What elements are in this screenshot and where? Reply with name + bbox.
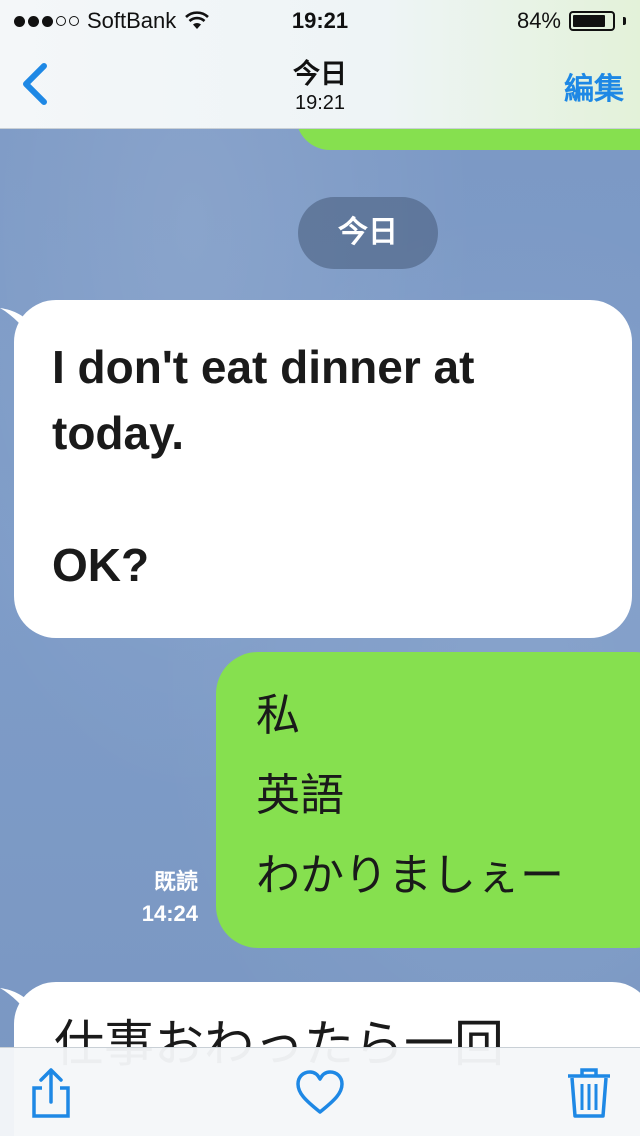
message-line: 私 <box>256 691 300 740</box>
share-icon[interactable] <box>24 1066 78 1120</box>
date-separator: 今日 <box>298 197 438 269</box>
message-time: 14:24 <box>141 901 198 926</box>
message-line: today. <box>52 407 185 459</box>
battery-percent: 84% <box>516 8 561 33</box>
read-label: 既読 <box>153 869 198 894</box>
top-bar: SoftBank 19:21 84% 今日 19:21 編集 <box>0 0 640 129</box>
bottom-toolbar <box>0 1047 640 1136</box>
screen: 今日 I don't eat dinner at today. OK? 既読 1… <box>0 0 640 1136</box>
message-bubble-incoming[interactable]: I don't eat dinner at today. OK? <box>14 300 632 638</box>
message-line: 英語 <box>256 771 344 820</box>
message-line: わかりましぇー <box>256 851 564 900</box>
message-line: OK? <box>52 539 150 591</box>
battery-tip <box>623 17 626 25</box>
message-line <box>52 466 594 532</box>
read-receipt: 既読 14:24 <box>124 866 198 930</box>
heart-icon[interactable] <box>293 1066 347 1120</box>
message-bubble-outgoing[interactable]: 私 英語 わかりましぇー <box>216 652 640 948</box>
page-title: 今日 <box>293 59 347 89</box>
battery-fill <box>573 15 605 27</box>
navigation-bar: 今日 19:21 編集 <box>0 40 640 128</box>
page-subtitle: 19:21 <box>294 92 346 114</box>
edit-button[interactable]: 編集 <box>564 64 624 108</box>
battery-indicator: 84% <box>517 8 626 34</box>
battery-icon <box>569 11 615 31</box>
trash-icon[interactable] <box>562 1066 616 1120</box>
message-line: I don't eat dinner at <box>52 341 475 393</box>
status-bar: SoftBank 19:21 84% <box>0 0 640 40</box>
